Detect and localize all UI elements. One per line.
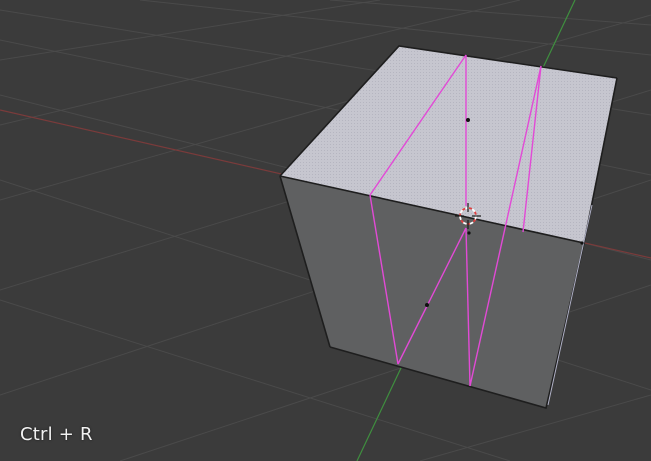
- shortcut-hint: Ctrl + R: [20, 424, 93, 445]
- 3d-viewport[interactable]: Ctrl + R: [0, 0, 651, 461]
- viewport-canvas[interactable]: [0, 0, 651, 461]
- cube-mesh[interactable]: [279, 45, 618, 409]
